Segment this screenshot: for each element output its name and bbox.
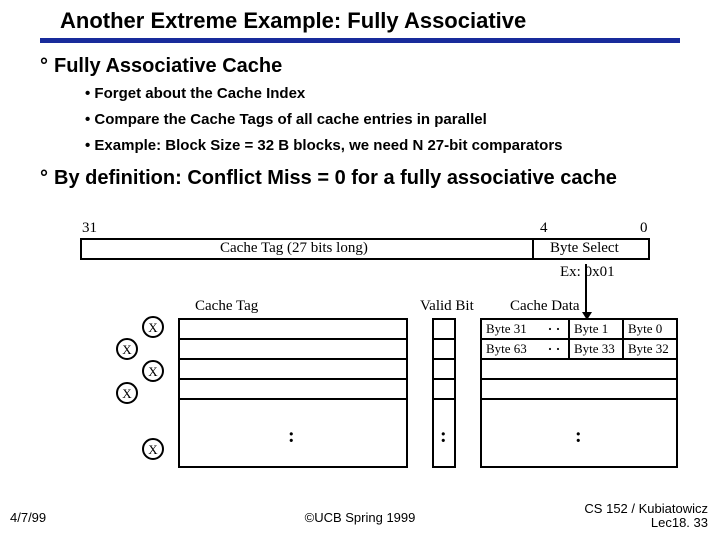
vdots-icon: : bbox=[288, 425, 295, 448]
byte-select-arrow bbox=[585, 264, 587, 312]
footer-right: CS 152 / Kubiatowicz Lec18. 33 bbox=[584, 502, 708, 531]
comparator-icon: X bbox=[142, 438, 164, 460]
cache-tag-row bbox=[178, 338, 408, 360]
bullet-marker: ° bbox=[40, 167, 48, 189]
vdots-icon: : bbox=[575, 425, 582, 448]
comparator-icon: X bbox=[142, 316, 164, 338]
comparator-icon: X bbox=[116, 382, 138, 404]
data-ellipsis: ·· bbox=[540, 338, 570, 360]
data-cell: Byte 32 bbox=[622, 338, 678, 360]
bullet-sub-2: Compare the Cache Tags of all cache entr… bbox=[85, 111, 487, 128]
bullet-sub-1: Forget about the Cache Index bbox=[85, 85, 305, 102]
valid-bit-row bbox=[432, 378, 456, 400]
bullet-main-2: ° By definition: Conflict Miss = 0 for a … bbox=[40, 167, 680, 189]
data-cell: Byte 33 bbox=[568, 338, 624, 360]
addr-bit-31: 31 bbox=[82, 220, 97, 237]
valid-bit-row bbox=[432, 358, 456, 380]
bullet-marker: ° bbox=[40, 55, 48, 77]
bullet-main-1: ° Fully Associative Cache bbox=[40, 55, 282, 78]
byte-select-example: Ex: 0x01 bbox=[560, 264, 615, 281]
footer-course: CS 152 / Kubiatowicz bbox=[584, 501, 708, 516]
title-underline bbox=[40, 38, 680, 43]
addr-bit-4: 4 bbox=[540, 220, 548, 237]
addr-bit-0: 0 bbox=[640, 220, 648, 237]
header-cache-data: Cache Data bbox=[510, 298, 580, 315]
bullet-main-2-text: By definition: Conflict Miss = 0 for a f… bbox=[54, 167, 617, 189]
data-row bbox=[480, 378, 678, 400]
vdots-icon: : bbox=[440, 425, 447, 448]
data-cell: Byte 63 bbox=[480, 338, 542, 360]
bullet-main-1-text: Fully Associative Cache bbox=[54, 55, 282, 77]
data-row bbox=[480, 358, 678, 380]
bullet-sub-3: Example: Block Size = 32 B blocks, we ne… bbox=[85, 137, 563, 154]
address-divider bbox=[532, 238, 534, 260]
valid-bit-row bbox=[432, 338, 456, 360]
cache-tag-row bbox=[178, 318, 408, 340]
header-valid-bit: Valid Bit bbox=[420, 298, 474, 315]
footer-lecture: Lec18. 33 bbox=[651, 515, 708, 530]
cache-tag-field-label: Cache Tag (27 bits long) bbox=[220, 240, 368, 257]
diagram: 31 4 0 Cache Tag (27 bits long) Byte Sel… bbox=[0, 220, 720, 500]
valid-bit-row bbox=[432, 318, 456, 340]
data-ellipsis: ·· bbox=[540, 318, 570, 340]
header-cache-tag: Cache Tag bbox=[195, 298, 258, 315]
cache-tag-row bbox=[178, 378, 408, 400]
byte-select-label: Byte Select bbox=[550, 240, 619, 257]
data-cell: Byte 0 bbox=[622, 318, 678, 340]
slide-title: Another Extreme Example: Fully Associati… bbox=[60, 8, 526, 34]
data-cell: Byte 31 bbox=[480, 318, 542, 340]
comparator-icon: X bbox=[142, 360, 164, 382]
data-cell: Byte 1 bbox=[568, 318, 624, 340]
cache-tag-row bbox=[178, 358, 408, 380]
comparator-icon: X bbox=[116, 338, 138, 360]
slide: Another Extreme Example: Fully Associati… bbox=[0, 0, 720, 540]
